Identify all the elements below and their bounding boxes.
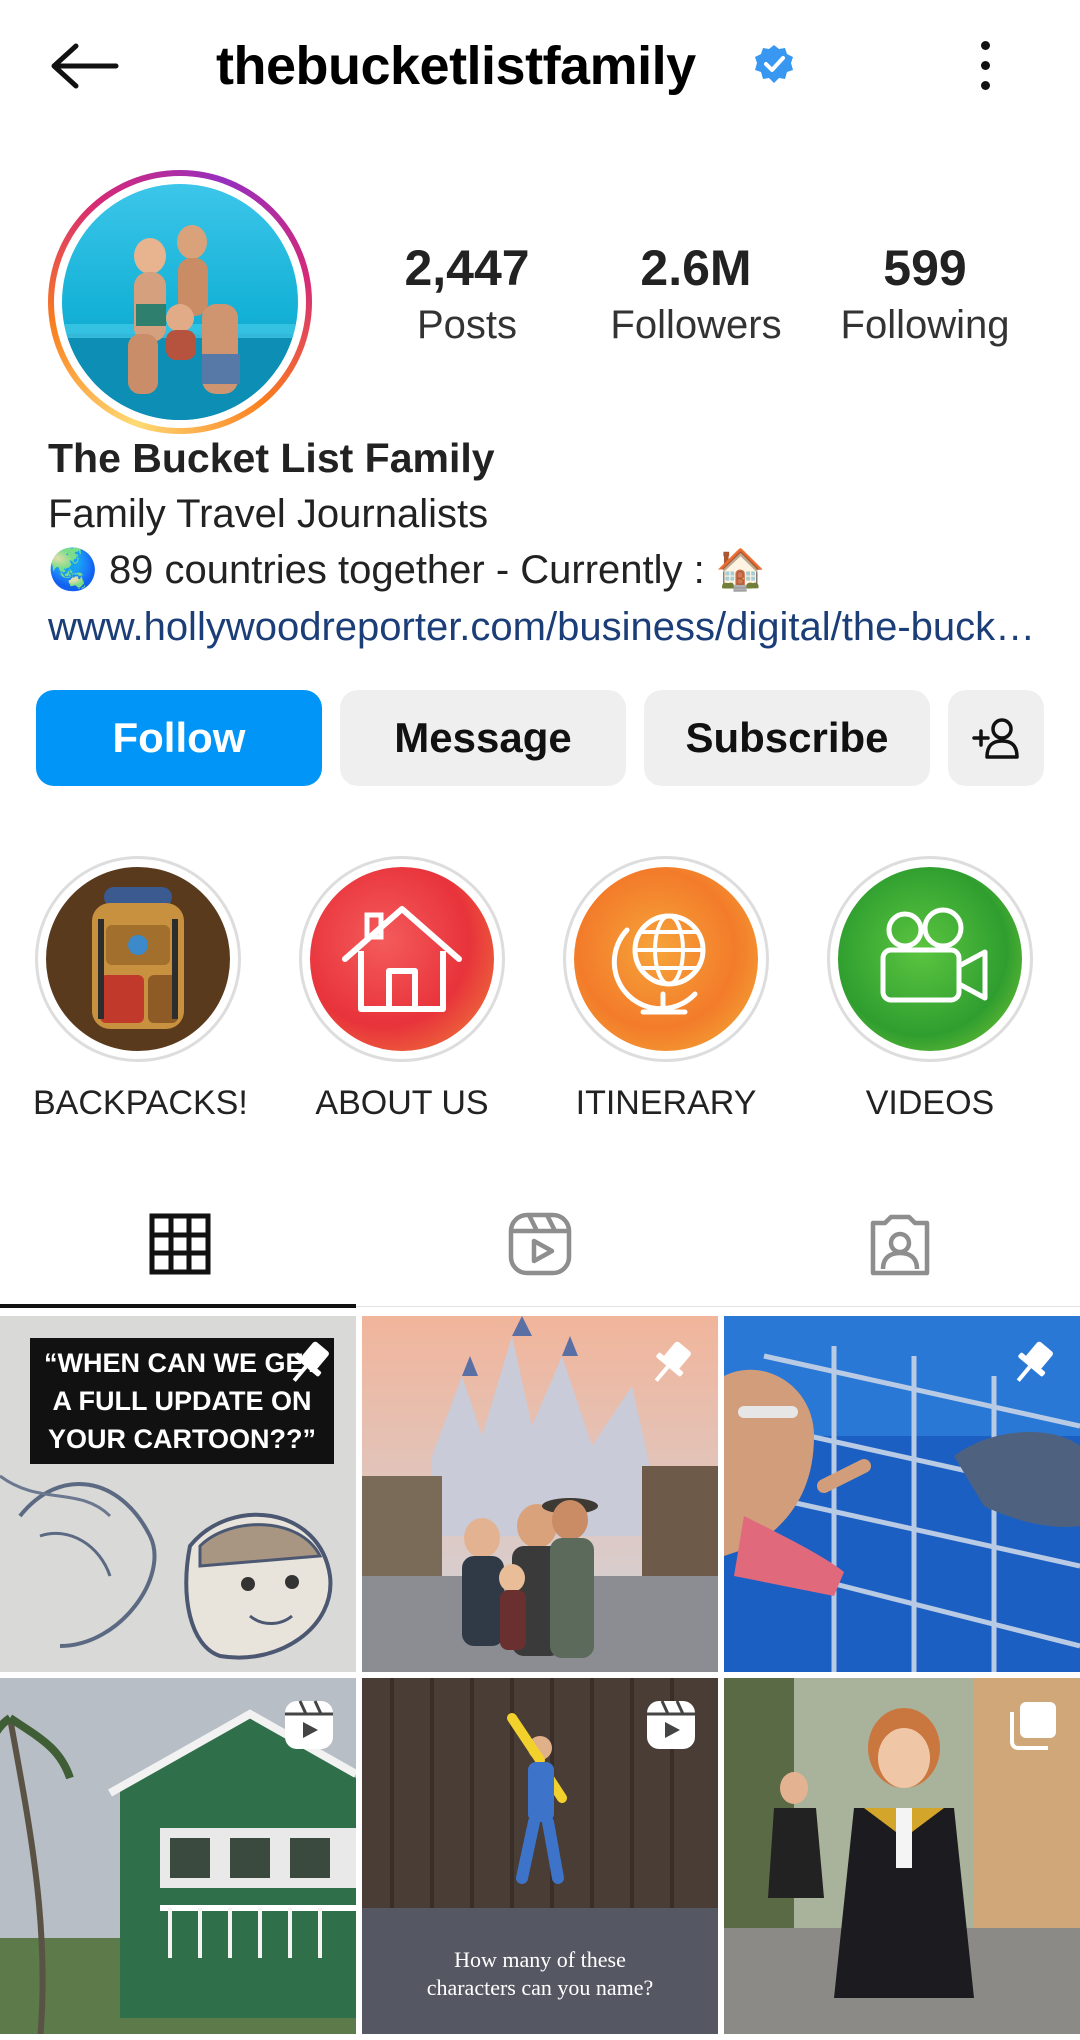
bio-text: 89 countries together - Currently : [108, 548, 705, 592]
add-person-icon [972, 718, 1019, 759]
more-vertical-icon [980, 40, 990, 50]
post-tile-3[interactable] [724, 1316, 1080, 1672]
pin-icon [654, 1341, 691, 1382]
post-tile-5[interactable]: How many of these characters can you nam… [362, 1678, 718, 2034]
highlight-backpacks[interactable]: BACKPACKS! [33, 856, 248, 1123]
verified-badge-icon [755, 45, 793, 83]
house-icon [342, 906, 462, 1012]
highlight-videos[interactable]: VIDEOS [825, 856, 1035, 1123]
grid-icon [149, 1213, 211, 1275]
post-tile-4[interactable] [0, 1678, 356, 2034]
highlight-about-us[interactable]: ABOUT US [297, 856, 507, 1123]
follow-button[interactable]: Follow [36, 690, 322, 786]
video-camera-icon [880, 907, 988, 1003]
post-tile-2[interactable] [362, 1316, 718, 1672]
post-caption-text: How many of these characters can you nam… [426, 1947, 654, 2000]
pin-icon [292, 1341, 329, 1382]
profile-bio: The Bucket List Family Family Travel Jou… [48, 430, 1048, 656]
post-tile-1[interactable]: “WHEN CAN WE GET A FULL UPDATE ON YOUR C… [0, 1316, 356, 1672]
highlight-itinerary[interactable]: ITINERARY [561, 856, 771, 1123]
tab-selected-indicator [0, 1304, 356, 1308]
globe-emoji-icon: 🌏 [48, 548, 98, 592]
more-options-button[interactable] [960, 30, 1010, 100]
pin-icon [1016, 1341, 1053, 1382]
profile-username: thebucketlistfamily [216, 36, 696, 96]
suggested-accounts-button[interactable] [948, 690, 1044, 786]
following-count[interactable]: 599 Following [815, 238, 1035, 350]
globe-icon [611, 913, 706, 1015]
subscribe-button[interactable]: Subscribe [644, 690, 930, 786]
profile-display-name: The Bucket List Family [48, 435, 495, 481]
reels-icon [647, 1700, 695, 1749]
posts-count[interactable]: 2,447 Posts [357, 238, 577, 350]
profile-avatar-story-ring[interactable] [48, 170, 312, 434]
carousel-icon [1010, 1702, 1056, 1750]
profile-category: Family Travel Journalists [48, 492, 489, 536]
tagged-icon [870, 1214, 930, 1276]
house-emoji-icon: 🏠 [715, 548, 766, 592]
profile-website-link[interactable]: www.hollywoodreporter.com/business/digit… [48, 598, 1048, 656]
tab-tagged[interactable] [720, 1180, 1080, 1308]
arrow-left-icon [51, 43, 119, 89]
tab-posts-grid[interactable] [0, 1180, 360, 1308]
top-bar: thebucketlistfamily [0, 0, 1080, 130]
backpack-icon [92, 887, 184, 1029]
reels-icon [285, 1700, 333, 1749]
back-button[interactable] [40, 28, 130, 104]
followers-count[interactable]: 2.6M Followers [586, 238, 806, 350]
post-tile-6[interactable] [724, 1678, 1080, 2034]
profile-bio-line: 🌏 89 countries together - Currently : 🏠 [48, 542, 1048, 598]
avatar [62, 184, 298, 420]
reels-icon [508, 1212, 572, 1276]
message-button[interactable]: Message [340, 690, 626, 786]
tab-reels[interactable] [360, 1180, 720, 1308]
